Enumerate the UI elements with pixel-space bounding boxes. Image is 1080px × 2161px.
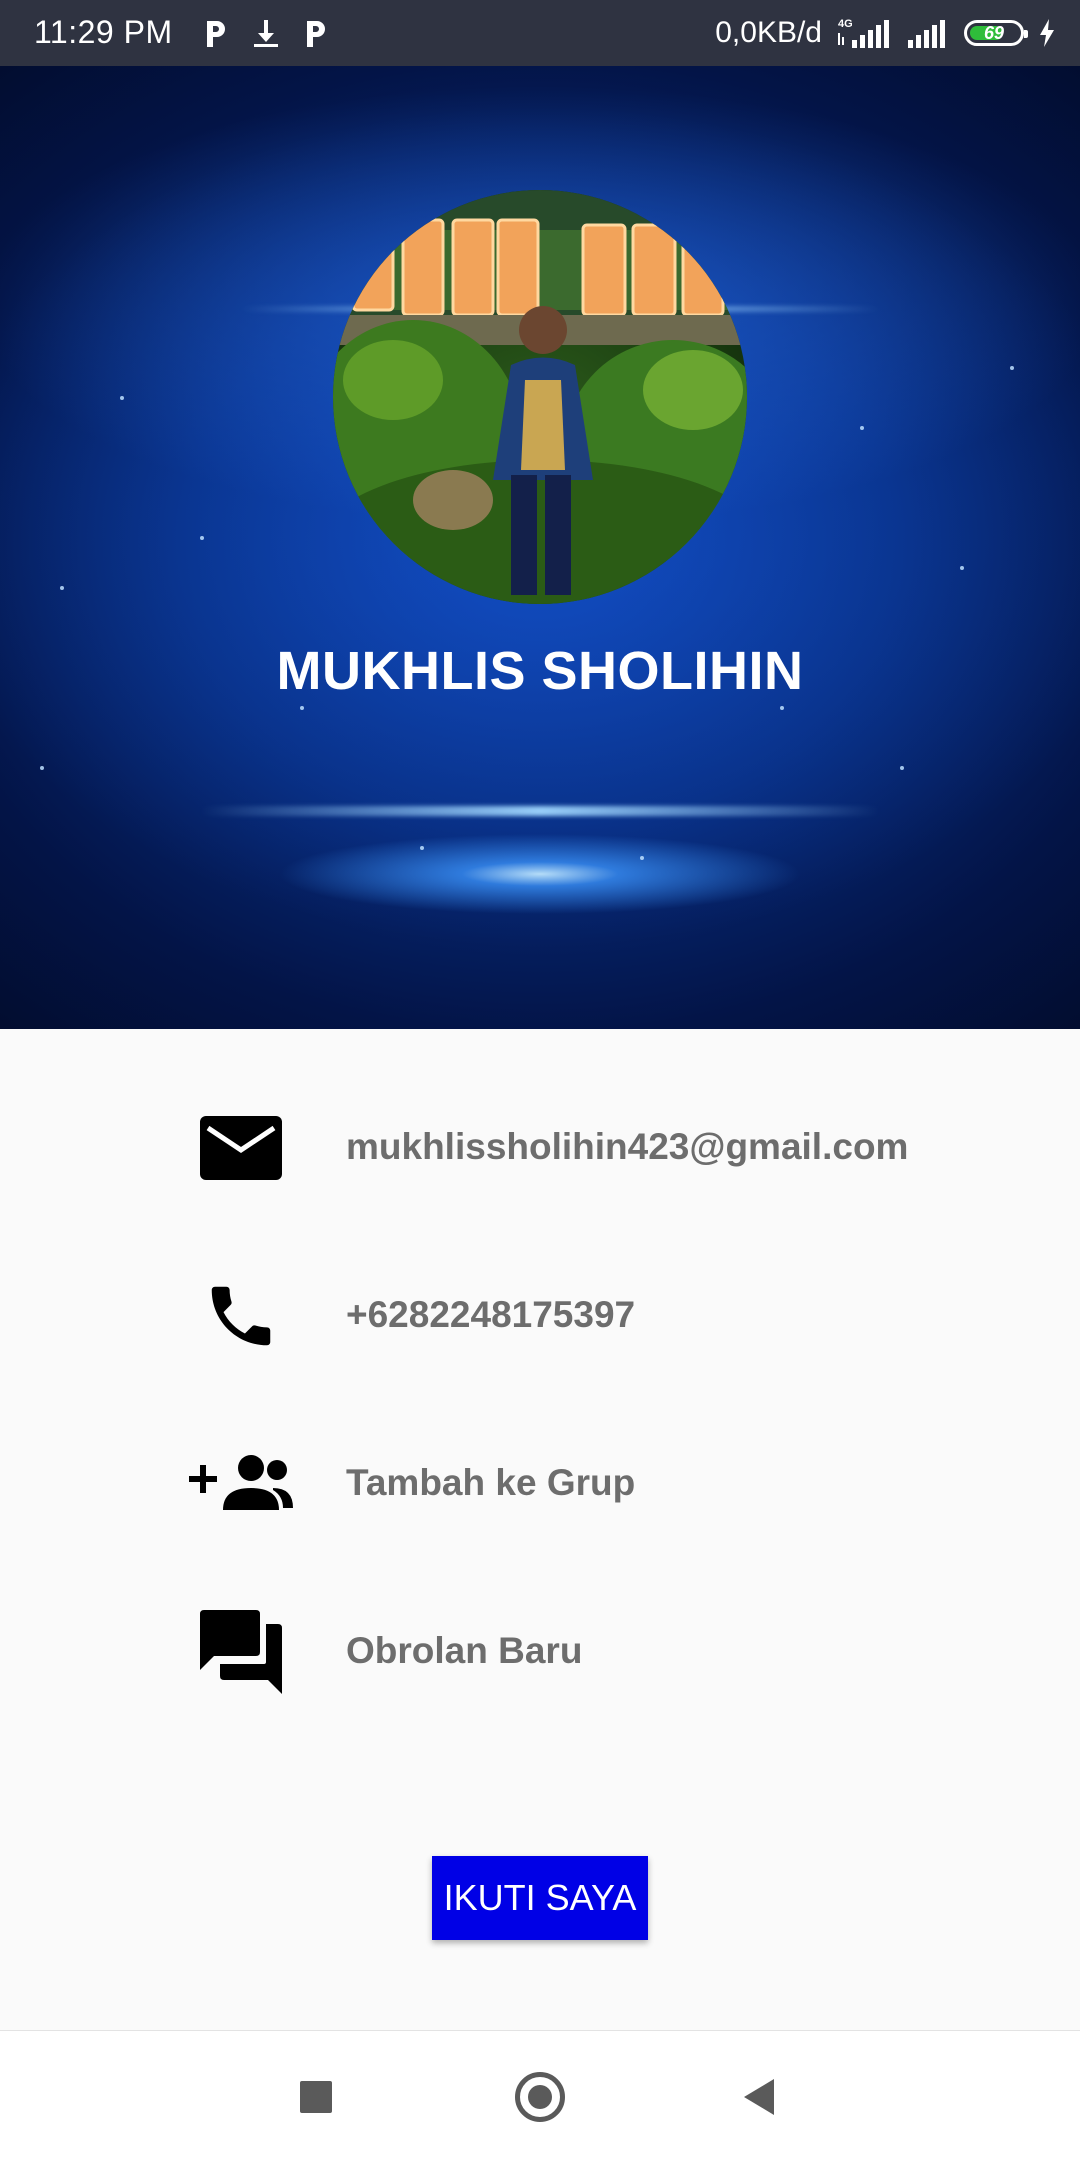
battery-level: 69: [983, 22, 1005, 43]
home-icon-inner: [528, 2085, 552, 2109]
battery-nub: [1024, 30, 1028, 38]
profile-name: MUKHLIS SHOLIHIN: [276, 641, 804, 701]
add-group-text: Tambah ke Grup: [346, 1462, 636, 1503]
sparkle: [780, 706, 784, 710]
charging-icon: [1040, 19, 1054, 47]
status-bar: 11:29 PM 0,0KB/d 4G 69: [0, 0, 1080, 66]
status-notification-icons: [204, 16, 328, 50]
sparkle: [1010, 366, 1014, 370]
sparkle: [200, 536, 204, 540]
download-icon: [254, 20, 278, 47]
contact-row-new-chat[interactable]: Obrolan Baru: [0, 1602, 1080, 1702]
sparkle: [960, 566, 964, 570]
sparkle: [900, 766, 904, 770]
group-add-icon: [186, 1448, 296, 1520]
sparkle: [860, 426, 864, 430]
signal-icon: [908, 20, 945, 48]
network-speed: 0,0KB/d: [715, 16, 822, 49]
email-text: mukhlissholihin423@gmail.com: [346, 1126, 909, 1167]
contact-row-phone[interactable]: +6282248175397: [0, 1266, 1080, 1366]
status-time: 11:29 PM: [34, 14, 173, 50]
back-icon[interactable]: [744, 2079, 774, 2115]
home-icon[interactable]: [515, 2072, 565, 2122]
recent-apps-icon[interactable]: [300, 2081, 332, 2113]
signal-icon: 4G: [838, 18, 889, 48]
contact-row-email[interactable]: mukhlissholihin423@gmail.com: [0, 1098, 1080, 1198]
glow-line-bottom: [200, 806, 880, 816]
battery-icon: 69: [964, 20, 1028, 46]
status-right: 0,0KB/d 4G 69: [715, 12, 1056, 54]
sparkle: [420, 846, 424, 850]
network-type-label: 4G: [838, 18, 853, 30]
contact-row-add-group[interactable]: Tambah ke Grup: [0, 1434, 1080, 1534]
phone-icon: [186, 1280, 296, 1352]
profile-header: MUKHLIS SHOLIHIN: [0, 66, 1080, 1029]
phone-text: +6282248175397: [346, 1294, 636, 1335]
follow-button[interactable]: IKUTI SAYA: [432, 1856, 648, 1940]
sparkle: [300, 706, 304, 710]
profile-photo: [333, 190, 747, 604]
new-chat-text: Obrolan Baru: [346, 1630, 583, 1671]
sparkle: [640, 856, 644, 860]
parking-app-icon: [207, 21, 225, 47]
parking-app-icon: [307, 21, 325, 47]
sparkle: [120, 396, 124, 400]
profile-photo-illustration: [333, 190, 747, 604]
chat-icon: [186, 1610, 296, 1694]
navigation-bar: [0, 2030, 1080, 2161]
email-icon: [186, 1112, 296, 1184]
sparkle: [40, 766, 44, 770]
sparkle: [60, 586, 64, 590]
